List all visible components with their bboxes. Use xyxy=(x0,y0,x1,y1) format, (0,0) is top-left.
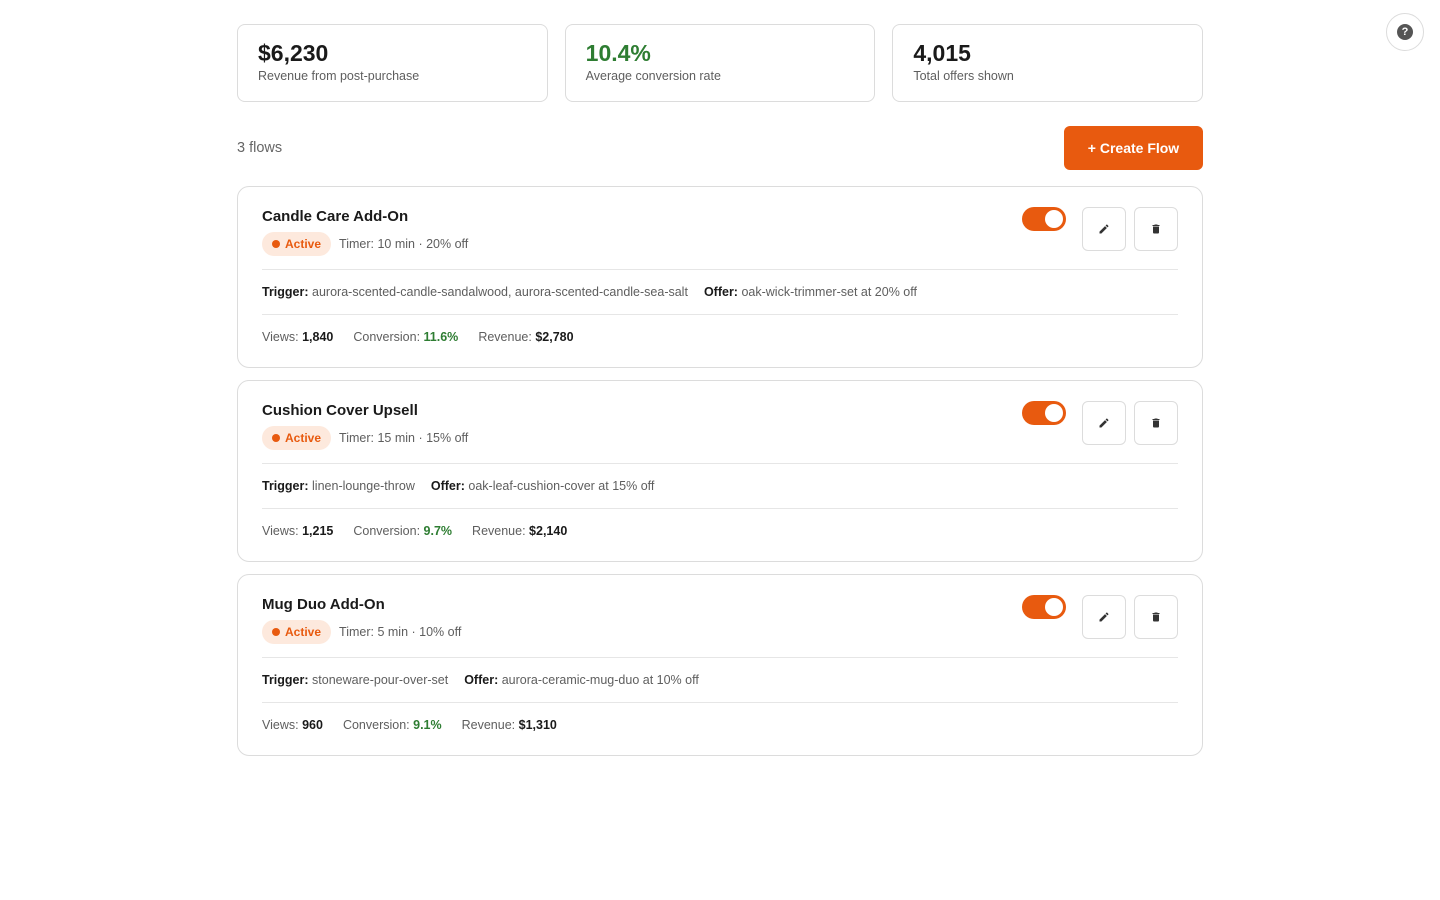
trigger-text: Trigger: aurora-scented-candle-sandalwoo… xyxy=(262,285,688,299)
flow-timer: Timer: 10 min · 20% off xyxy=(339,237,469,251)
edit-button[interactable] xyxy=(1082,595,1126,639)
flow-timer: Timer: 15 min · 15% off xyxy=(339,431,469,445)
trash-icon xyxy=(1152,612,1160,622)
stat-value: $6,230 xyxy=(258,40,329,66)
stat-label: Average conversion rate xyxy=(585,69,721,83)
flow-metrics: Views: 1,215 Conversion: 9.7% Revenue: $… xyxy=(262,509,1178,553)
flow-enabled-toggle[interactable] xyxy=(1022,401,1066,425)
edit-button[interactable] xyxy=(1082,207,1126,251)
stat-card-offers: 4,015 Total offers shown xyxy=(892,24,1204,102)
question-icon: ? xyxy=(1397,24,1413,40)
pencil-icon xyxy=(1099,224,1109,234)
help-button[interactable]: ? xyxy=(1386,13,1424,51)
conversion-metric: Conversion: 9.7% xyxy=(353,524,453,538)
flow-list: Candle Care Add-On Active Timer: 10 min … xyxy=(237,186,1203,756)
toggle-knob xyxy=(1045,210,1063,228)
flow-rules: Trigger: linen-lounge-throw Offer: oak-l… xyxy=(262,464,1178,508)
stat-value: 4,015 xyxy=(913,40,971,66)
stat-value: 10.4% xyxy=(585,40,651,66)
create-flow-button[interactable]: + Create Flow xyxy=(1064,126,1203,170)
main-content: $6,230 Revenue from post-purchase 10.4% … xyxy=(237,24,1204,756)
stat-card-conversion: 10.4% Average conversion rate xyxy=(564,24,876,102)
flow-count: 3 flows xyxy=(237,140,283,156)
stat-label: Total offers shown xyxy=(913,69,1014,83)
flow-actions xyxy=(1022,401,1178,445)
trash-icon xyxy=(1152,418,1160,428)
flow-metrics: Views: 960 Conversion: 9.1% Revenue: $1,… xyxy=(262,703,1178,747)
flow-timer: Timer: 5 min · 10% off xyxy=(339,625,462,639)
flow-card: Mug Duo Add-On Active Timer: 5 min · 10%… xyxy=(237,574,1203,756)
toggle-knob xyxy=(1045,598,1063,616)
trigger-text: Trigger: linen-lounge-throw xyxy=(262,479,415,493)
stat-label: Revenue from post-purchase xyxy=(258,69,420,83)
pencil-icon xyxy=(1099,612,1109,622)
views-metric: Views: 960 xyxy=(262,718,323,732)
flow-actions xyxy=(1022,207,1178,251)
flow-card: Cushion Cover Upsell Active Timer: 15 mi… xyxy=(237,380,1203,562)
status-label: Active xyxy=(285,237,322,251)
status-label: Active xyxy=(285,625,322,639)
delete-button[interactable] xyxy=(1134,595,1178,639)
views-metric: Views: 1,215 xyxy=(262,524,334,538)
flow-metrics: Views: 1,840 Conversion: 11.6% Revenue: … xyxy=(262,315,1178,359)
status-label: Active xyxy=(285,431,322,445)
pencil-icon xyxy=(1099,418,1109,428)
flow-rules: Trigger: stoneware-pour-over-set Offer: … xyxy=(262,658,1178,702)
trigger-text: Trigger: stoneware-pour-over-set xyxy=(262,673,449,687)
edit-button[interactable] xyxy=(1082,401,1126,445)
delete-button[interactable] xyxy=(1134,207,1178,251)
revenue-metric: Revenue: $1,310 xyxy=(461,718,557,732)
flow-enabled-toggle[interactable] xyxy=(1022,595,1066,619)
views-metric: Views: 1,840 xyxy=(262,330,334,344)
conversion-metric: Conversion: 9.1% xyxy=(342,718,442,732)
status-badge: Active xyxy=(262,232,332,256)
revenue-metric: Revenue: $2,780 xyxy=(478,330,574,344)
status-badge: Active xyxy=(262,620,332,644)
conversion-metric: Conversion: 11.6% xyxy=(353,330,459,344)
flow-card: Candle Care Add-On Active Timer: 10 min … xyxy=(237,186,1203,368)
status-dot-icon xyxy=(272,434,280,442)
revenue-metric: Revenue: $2,140 xyxy=(472,524,568,538)
toolbar: 3 flows + Create Flow xyxy=(237,126,1203,170)
offer-text: Offer: oak-leaf-cushion-cover at 15% off xyxy=(430,479,655,493)
flow-rules: Trigger: aurora-scented-candle-sandalwoo… xyxy=(262,270,1178,314)
offer-text: Offer: oak-wick-trimmer-set at 20% off xyxy=(703,285,917,299)
status-dot-icon xyxy=(272,240,280,248)
stat-card-revenue: $6,230 Revenue from post-purchase xyxy=(237,24,548,102)
toggle-knob xyxy=(1045,404,1063,422)
status-dot-icon xyxy=(272,628,280,636)
offer-text: Offer: aurora-ceramic-mug-duo at 10% off xyxy=(464,673,699,687)
flow-enabled-toggle[interactable] xyxy=(1022,207,1066,231)
flow-actions xyxy=(1022,595,1178,639)
delete-button[interactable] xyxy=(1134,401,1178,445)
stats-row: $6,230 Revenue from post-purchase 10.4% … xyxy=(237,24,1204,102)
trash-icon xyxy=(1152,224,1160,234)
status-badge: Active xyxy=(262,426,332,450)
